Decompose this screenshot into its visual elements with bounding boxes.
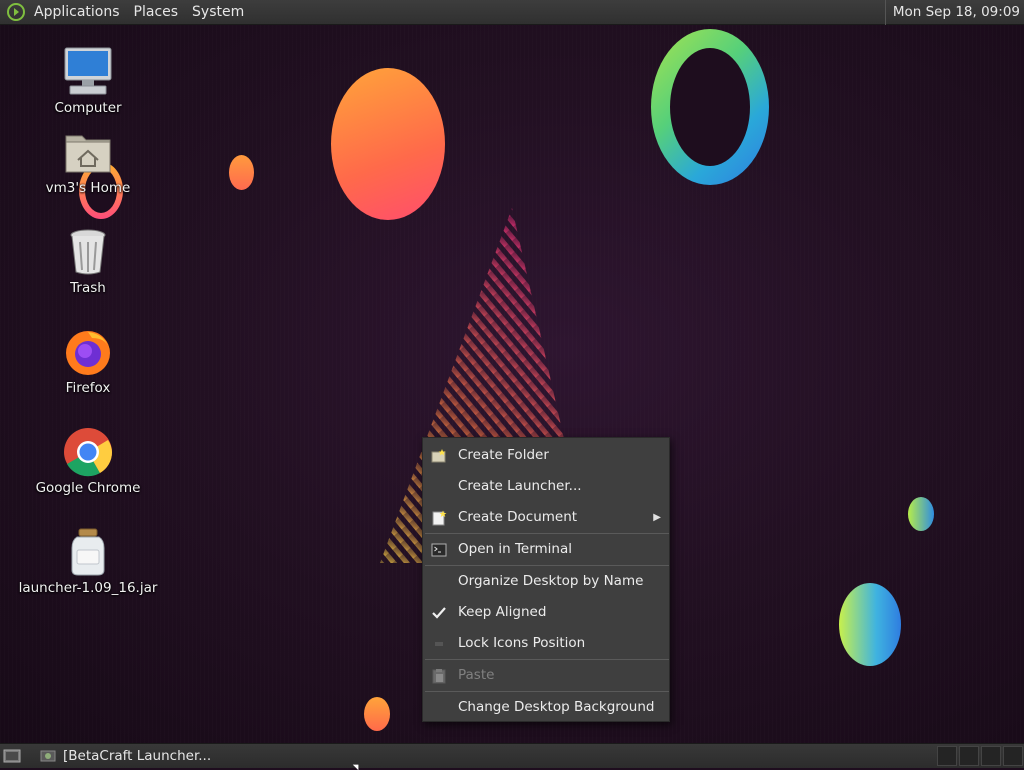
menu-item-label: Change Desktop Background (458, 699, 655, 715)
new-document-icon (432, 510, 447, 526)
system-menu[interactable]: System (185, 4, 251, 20)
menu-item-label: Paste (458, 667, 495, 683)
desktop-icon-computer[interactable]: Computer (13, 46, 163, 116)
checkmark-icon (432, 607, 446, 619)
menu-item-create-folder[interactable]: Create Folder (423, 440, 669, 471)
places-menu[interactable]: Places (127, 4, 186, 20)
desktop-icon-label: Google Chrome (35, 480, 141, 496)
desktop-icon-label: Firefox (65, 380, 111, 396)
workspace-switcher-2[interactable] (959, 746, 979, 766)
applications-menu[interactable]: Applications (27, 4, 127, 20)
desktop-icon-label: Trash (70, 280, 106, 296)
workspace-switcher-1[interactable] (937, 746, 957, 766)
menu-item-create-launcher[interactable]: Create Launcher... (423, 471, 669, 502)
menu-item-paste: Paste (423, 660, 669, 691)
workspace-switcher-4[interactable] (1003, 746, 1023, 766)
desktop-context-menu: Create Folder Create Launcher... Create … (422, 437, 670, 722)
wallpaper-bottom-orange-dot (364, 697, 390, 731)
computer-icon (64, 47, 112, 95)
wallpaper-ring (651, 29, 769, 185)
paste-icon (432, 669, 446, 684)
wallpaper-blue-green-circle (839, 583, 901, 666)
menu-item-create-document[interactable]: Create Document ▶ (423, 502, 669, 533)
wallpaper-small-orange-dot (229, 155, 254, 190)
menu-item-label: Open in Terminal (458, 541, 572, 557)
menu-item-label: Create Document (458, 509, 578, 525)
menu-item-change-background[interactable]: Change Desktop Background (423, 692, 669, 723)
new-folder-icon (431, 449, 446, 463)
firefox-icon (66, 331, 110, 375)
desktop-icon-label: Computer (54, 100, 122, 116)
top-panel: Applications Places System Mon Sep 18, 0… (0, 0, 1024, 25)
jar-file-icon (71, 528, 105, 576)
menu-item-open-in-terminal[interactable]: Open in Terminal (423, 534, 669, 565)
desktop-icon-launcher-jar[interactable]: launcher-1.09_16.jar (13, 526, 163, 596)
desktop-icon-chrome[interactable]: Google Chrome (13, 426, 163, 496)
taskbar-button-betacraft[interactable]: [BetaCraft Launcher... (36, 744, 211, 768)
clock[interactable]: Mon Sep 18, 09:09 (884, 0, 1024, 25)
bottom-panel: [BetaCraft Launcher... (0, 743, 1024, 768)
desktop-icon-firefox[interactable]: Firefox (13, 326, 163, 396)
desktop-icon-trash[interactable]: Trash (13, 226, 163, 296)
wallpaper-orange-circle (331, 68, 445, 220)
unchecked-box-icon (435, 642, 443, 646)
menu-item-keep-aligned[interactable]: Keep Aligned (423, 597, 669, 628)
menu-item-label: Keep Aligned (458, 604, 547, 620)
wallpaper-small-blue-green-dot (908, 497, 934, 531)
desktop-icon-label: launcher-1.09_16.jar (18, 580, 158, 596)
menu-item-label: Lock Icons Position (458, 635, 586, 651)
desktop-icon-home[interactable]: vm3's Home (13, 126, 163, 196)
terminal-icon (431, 543, 447, 557)
workspace-switcher-3[interactable] (981, 746, 1001, 766)
menu-item-label: Organize Desktop by Name (458, 573, 644, 589)
trash-icon (70, 229, 106, 275)
menu-item-label: Create Launcher... (458, 478, 582, 494)
taskbar-button-label: [BetaCraft Launcher... (63, 748, 212, 764)
home-folder-icon (65, 135, 111, 173)
chrome-icon (64, 428, 113, 477)
menu-item-organize-by-name[interactable]: Organize Desktop by Name (423, 566, 669, 597)
application-window-icon (40, 750, 56, 762)
desktop-icon-label: vm3's Home (45, 180, 131, 196)
menu-item-lock-icons-position[interactable]: Lock Icons Position (423, 628, 669, 659)
menu-item-label: Create Folder (458, 447, 549, 463)
submenu-arrow-icon: ▶ (653, 512, 661, 523)
show-desktop-icon[interactable] (3, 748, 21, 764)
mate-logo-icon[interactable] (7, 3, 25, 21)
